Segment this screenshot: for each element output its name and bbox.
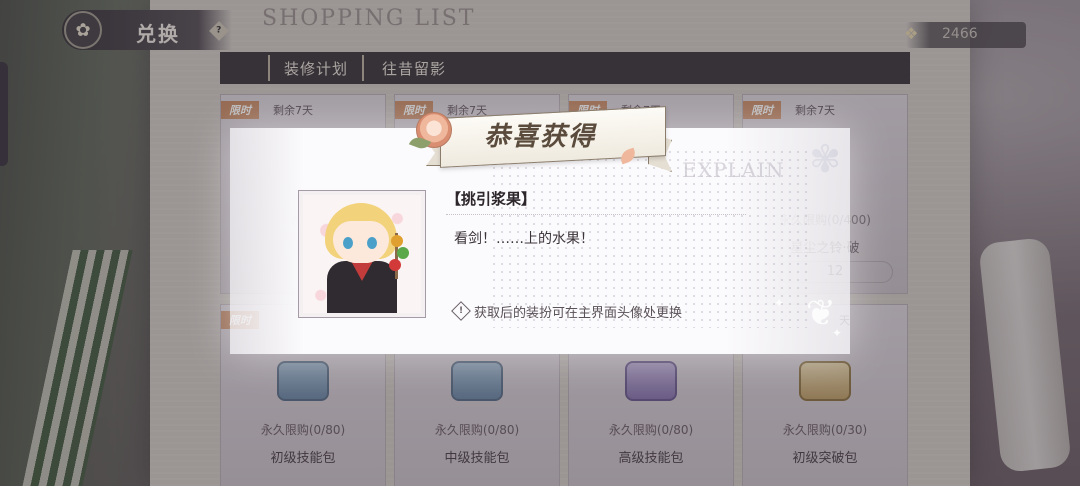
- sparkle-icon: ✦: [774, 296, 785, 310]
- divider: [446, 214, 746, 215]
- reward-avatar-frame: [298, 190, 426, 318]
- chibi-face: [333, 221, 389, 263]
- chibi-eye: [343, 237, 353, 249]
- chibi-eye: [367, 237, 377, 249]
- fruit-icon: [389, 259, 401, 271]
- chibi-avatar: [303, 195, 421, 313]
- sparkle-icon: ✦: [832, 326, 843, 340]
- reward-banner-title: 恭喜获得: [484, 122, 597, 152]
- watermark-text: EXPLAIN: [682, 158, 785, 182]
- reward-item-description: 看剑！……上的水果！: [454, 231, 594, 247]
- hint-text: 获取后的装扮可在主界面头像处更换: [474, 306, 683, 321]
- reward-item-name: 【挑引浆果】: [446, 190, 537, 208]
- fruit-icon: [391, 235, 403, 247]
- fruit-icon: [397, 247, 409, 259]
- info-icon: !: [451, 301, 471, 321]
